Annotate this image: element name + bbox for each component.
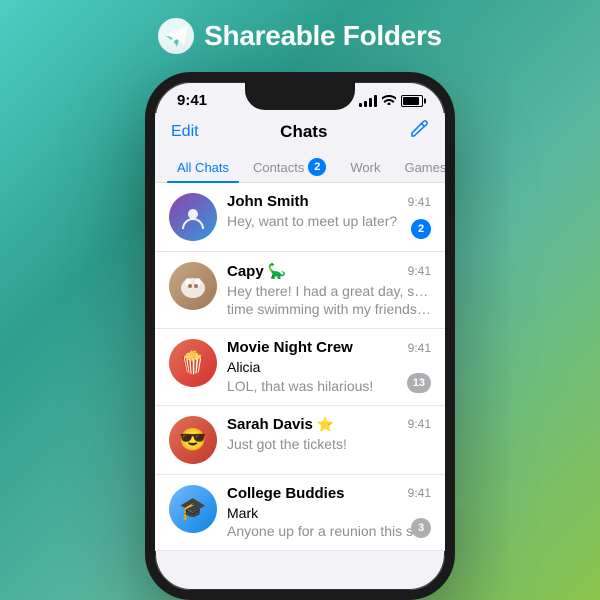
tabs-bar: All Chats Contacts 2 Work Games (155, 152, 445, 183)
signal-icon (359, 95, 377, 107)
chat-sender-college-buddies: Mark (227, 504, 431, 522)
avatar-college-buddies: 🎓 (169, 485, 217, 533)
tab-work[interactable]: Work (340, 152, 390, 182)
chat-preview-sarah-davis: Just got the tickets! (227, 435, 431, 453)
chat-item-movie-night[interactable]: 🍿 Movie Night Crew 9:41 Alicia LOL, that… (155, 329, 445, 405)
nav-bar: Edit Chats (155, 113, 445, 152)
chat-name-sarah-davis: Sarah Davis ⭐ (227, 416, 334, 433)
chat-content-sarah-davis: Sarah Davis ⭐ 9:41 Just got the tickets! (227, 416, 431, 453)
avatar-capy (169, 262, 217, 310)
chat-content-john-smith: John Smith 9:41 Hey, want to meet up lat… (227, 193, 431, 230)
badge-movie-night: 13 (407, 373, 431, 393)
telegram-logo-icon (158, 18, 194, 54)
page-title: Chats (280, 122, 327, 142)
status-time: 9:41 (177, 92, 207, 109)
chat-sender-movie-night: Alicia (227, 358, 431, 376)
compose-button[interactable] (409, 119, 429, 144)
chat-item-sarah-davis[interactable]: 😎 Sarah Davis ⭐ 9:41 Just got the ticket… (155, 406, 445, 475)
battery-icon (401, 95, 423, 107)
chat-time-john-smith: 9:41 (408, 195, 431, 209)
chat-preview-capy-2: time swimming with my friends and... (227, 300, 431, 318)
chat-name-college-buddies: College Buddies (227, 485, 345, 502)
chat-list: John Smith 9:41 Hey, want to meet up lat… (155, 183, 445, 551)
phone-notch (245, 82, 355, 110)
contacts-badge: 2 (308, 158, 326, 176)
chat-name-capy: Capy 🦕 (227, 262, 286, 280)
star-icon: ⭐ (317, 416, 334, 433)
chat-time-sarah-davis: 9:41 (408, 417, 431, 431)
status-icons (359, 94, 423, 108)
tab-contacts[interactable]: Contacts 2 (243, 152, 336, 182)
badge-college-buddies: 3 (411, 518, 431, 538)
chat-preview-capy-1: Hey there! I had a great day, spent some (227, 282, 431, 300)
chat-content-college-buddies: College Buddies 9:41 Mark Anyone up for … (227, 485, 431, 540)
avatar-john-smith (169, 193, 217, 241)
edit-button[interactable]: Edit (171, 123, 199, 141)
chat-preview-john-smith: Hey, want to meet up later? (227, 212, 431, 230)
wifi-icon (382, 94, 396, 108)
avatar-movie-night: 🍿 (169, 339, 217, 387)
chat-time-capy: 9:41 (408, 264, 431, 278)
tab-all-chats[interactable]: All Chats (167, 152, 239, 182)
tab-games[interactable]: Games (394, 152, 455, 182)
chat-time-college-buddies: 9:41 (408, 486, 431, 500)
chat-name-john-smith: John Smith (227, 193, 309, 210)
app-header: Shareable Folders (158, 18, 442, 54)
app-title: Shareable Folders (204, 20, 442, 52)
chat-preview-college-buddies: Anyone up for a reunion this summer? (227, 522, 431, 540)
chat-name-movie-night: Movie Night Crew (227, 339, 353, 356)
chat-time-movie-night: 9:41 (408, 341, 431, 355)
chat-item-college-buddies[interactable]: 🎓 College Buddies 9:41 Mark Anyone up fo… (155, 475, 445, 551)
chat-preview-movie-night: LOL, that was hilarious! (227, 377, 431, 395)
capy-emoji: 🦕 (268, 262, 287, 280)
badge-john-smith: 2 (411, 219, 431, 239)
chat-content-capy: Capy 🦕 9:41 Hey there! I had a great day… (227, 262, 431, 318)
avatar-sarah-davis: 😎 (169, 416, 217, 464)
phone-frame: 9:41 Edit Chats All Chats (145, 72, 455, 600)
chat-item-john-smith[interactable]: John Smith 9:41 Hey, want to meet up lat… (155, 183, 445, 252)
chat-content-movie-night: Movie Night Crew 9:41 Alicia LOL, that w… (227, 339, 431, 394)
chat-item-capy[interactable]: Capy 🦕 9:41 Hey there! I had a great day… (155, 252, 445, 329)
